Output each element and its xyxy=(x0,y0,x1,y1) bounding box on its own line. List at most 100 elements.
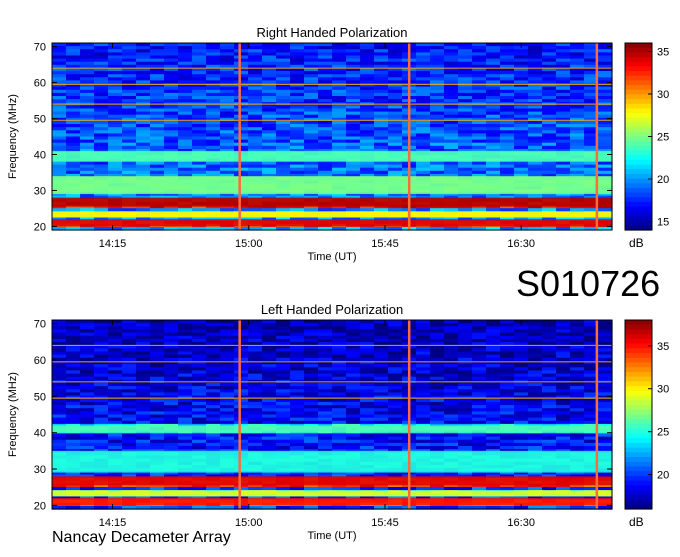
spectrogram-cell xyxy=(444,71,459,75)
colorbar-segment xyxy=(625,85,652,90)
colorbar-segment xyxy=(625,386,652,391)
spectrogram-cell xyxy=(178,105,193,109)
spectrogram-cell xyxy=(486,49,501,53)
spectrogram-cell xyxy=(304,161,319,165)
spectrogram-cell xyxy=(136,87,151,91)
spectrogram-cell xyxy=(164,124,179,128)
colorbar-segment xyxy=(625,109,652,114)
spectrogram-cell xyxy=(234,146,249,150)
spectrogram-cell xyxy=(276,105,291,109)
spectrogram-cell xyxy=(276,124,291,128)
spectrogram-cell xyxy=(94,146,109,150)
spectrogram-cell xyxy=(206,161,221,165)
colorbar-tick-label: 35 xyxy=(657,341,669,353)
colorbar-segment xyxy=(625,363,652,368)
spectrogram-cell xyxy=(332,124,347,128)
spectrogram-cell xyxy=(416,49,431,53)
spectrogram-cell xyxy=(80,87,95,91)
spectrogram-cell xyxy=(570,146,585,150)
spectrogram-cell xyxy=(136,105,151,109)
spectrogram-cell xyxy=(52,87,67,91)
spectrogram-cell xyxy=(262,49,277,53)
colorbar-segment xyxy=(625,202,652,207)
spectrogram-cell xyxy=(220,161,235,165)
spectrogram-cell xyxy=(304,105,319,109)
colorbar-segment xyxy=(625,76,652,81)
colorbar-segment xyxy=(625,329,652,334)
x-tick-label: 15:00 xyxy=(235,517,263,529)
spectrogram-panel-1: Right Handed Polarization203040506070Fre… xyxy=(7,25,669,263)
emission-band xyxy=(52,425,612,432)
spectrogram-cell xyxy=(598,49,613,53)
colorbar-segment xyxy=(625,410,652,415)
spectrogram-cell xyxy=(542,161,557,165)
spectrogram-cell xyxy=(514,105,529,109)
colorbar-segment xyxy=(625,211,652,216)
spectrogram-cell xyxy=(570,105,585,109)
spectrogram-cell xyxy=(80,146,95,150)
spectrogram-cell xyxy=(458,49,473,53)
spectrogram-cell xyxy=(360,146,375,150)
spectrogram-cell xyxy=(416,146,431,150)
spectrogram-cell xyxy=(360,124,375,128)
spectrogram-cell xyxy=(52,49,67,53)
emission-band xyxy=(52,151,612,162)
spectrogram-cell xyxy=(94,87,109,91)
colorbar-segment xyxy=(625,90,652,95)
spectrogram-cell xyxy=(52,71,67,75)
spectrogram-cell xyxy=(346,49,361,53)
colorbar-segment xyxy=(625,221,652,226)
spectrogram-cell xyxy=(514,146,529,150)
spectrogram-cell xyxy=(374,161,389,165)
colorbar-tick-label: 30 xyxy=(657,384,669,396)
spectrogram-cell xyxy=(192,161,207,165)
colorbar-segment xyxy=(625,193,652,198)
spectrogram-cell xyxy=(318,71,333,75)
spectrogram-cell xyxy=(122,71,137,75)
spectrogram-cell xyxy=(276,146,291,150)
spectrogram-cell xyxy=(430,146,445,150)
y-tick-label: 30 xyxy=(34,464,46,476)
spectrogram-cell xyxy=(150,71,165,75)
spectrogram-cell xyxy=(80,161,95,165)
spectrogram-cell xyxy=(388,161,403,165)
colorbar-segment xyxy=(625,500,652,505)
spectrogram-cell xyxy=(150,49,165,53)
spectrogram-cell xyxy=(486,146,501,150)
spectrogram-cell xyxy=(164,161,179,165)
spectrogram-cell xyxy=(178,49,193,53)
spectrogram-cell xyxy=(150,146,165,150)
spectrogram-cell xyxy=(94,105,109,109)
colorbar-segment xyxy=(625,443,652,448)
colorbar-segment xyxy=(625,325,652,330)
spectrogram-cell xyxy=(276,49,291,53)
spectrogram-cell xyxy=(206,71,221,75)
colorbar-segment xyxy=(625,71,652,76)
spectrogram-cell xyxy=(500,161,515,165)
spectrogram-cell xyxy=(542,124,557,128)
spectrogram-cell xyxy=(444,161,459,165)
spectrogram-cell xyxy=(458,146,473,150)
spectrogram-cell xyxy=(416,71,431,75)
spectrogram-cell xyxy=(150,124,165,128)
spectrogram-cell xyxy=(388,105,403,109)
spectrogram-cell xyxy=(528,71,543,75)
spectrogram-cell xyxy=(262,124,277,128)
spectrogram-cell xyxy=(136,49,151,53)
colorbar-segment xyxy=(625,415,652,420)
spectrogram-cell xyxy=(556,146,571,150)
spectrogram-cell xyxy=(388,146,403,150)
spectrogram-panel-2: Left Handed Polarization203040506070Freq… xyxy=(7,302,669,542)
spectrogram-cell xyxy=(598,105,613,109)
spectrogram-cell xyxy=(248,87,263,91)
spectrogram-cell xyxy=(52,146,67,150)
y-tick-label: 20 xyxy=(34,221,46,233)
colorbar-tick-label: 20 xyxy=(657,174,669,186)
y-tick-label: 60 xyxy=(34,355,46,367)
y-axis-label: Frequency (MHz) xyxy=(7,94,19,179)
x-tick-label: 16:30 xyxy=(507,517,535,529)
colorbar-segment xyxy=(625,334,652,339)
spectrogram-cell xyxy=(430,161,445,165)
spectrogram-cell xyxy=(332,146,347,150)
colorbar-segment xyxy=(625,396,652,401)
